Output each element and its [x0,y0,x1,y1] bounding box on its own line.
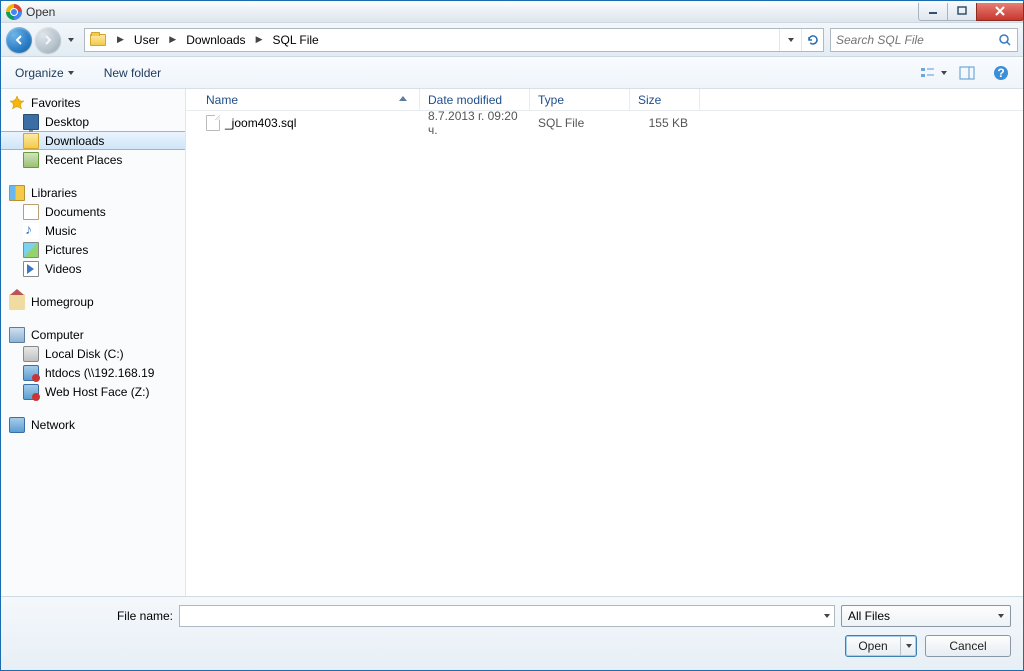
sidebar-item-pictures[interactable]: Pictures [1,240,185,259]
homegroup-icon [9,294,25,310]
svg-text:?: ? [997,66,1004,80]
documents-icon [23,204,39,220]
breadcrumb-segment[interactable]: User [130,29,163,51]
chevron-down-icon [68,71,74,75]
preview-pane-button[interactable] [953,62,981,84]
navbar: ▶ User ▶ Downloads ▶ SQL File [1,23,1023,57]
filename-combo[interactable] [179,605,835,627]
address-bar[interactable]: ▶ User ▶ Downloads ▶ SQL File [84,28,824,52]
column-type[interactable]: Type [530,89,630,110]
navigation-pane: Favorites Desktop Downloads Recent Place… [1,89,186,596]
titlebar[interactable]: Open [1,1,1023,23]
sidebar-item-local-disk[interactable]: Local Disk (C:) [1,344,185,363]
view-options-button[interactable] [919,62,947,84]
column-date[interactable]: Date modified [420,89,530,110]
sidebar-network[interactable]: Network [1,415,185,434]
network-drive-icon [23,384,39,400]
sort-ascending-icon [399,96,407,101]
file-type: SQL File [530,116,630,130]
videos-icon [23,261,39,277]
window-title: Open [26,5,55,19]
column-name[interactable]: Name [198,89,420,110]
column-size[interactable]: Size [630,89,700,110]
chevron-down-icon[interactable] [824,614,830,618]
sidebar-computer[interactable]: Computer [1,325,185,344]
filename-input[interactable] [184,609,824,623]
chevron-right-icon[interactable]: ▶ [111,34,130,45]
libraries-icon [9,185,25,201]
chevron-down-icon [941,71,947,75]
breadcrumb-segment[interactable]: Downloads [182,29,249,51]
sidebar-item-desktop[interactable]: Desktop [1,112,185,131]
sidebar-item-htdocs[interactable]: htdocs (\\192.168.19 [1,363,185,382]
nav-forward-button[interactable] [35,27,61,53]
file-icon [206,115,220,131]
file-list[interactable]: _joom403.sql 8.7.2013 г. 09:20 ч. SQL Fi… [186,111,1023,596]
sidebar-item-downloads[interactable]: Downloads [1,131,185,150]
chevron-down-icon [998,614,1004,618]
file-pane: Name Date modified Type Size _joom403.sq… [186,89,1023,596]
search-box[interactable] [830,28,1018,52]
file-name: _joom403.sql [225,116,296,130]
refresh-button[interactable] [801,29,823,51]
sidebar-favorites[interactable]: Favorites [1,93,185,112]
minimize-button[interactable] [918,3,948,21]
new-folder-button[interactable]: New folder [98,62,167,84]
sidebar-item-videos[interactable]: Videos [1,259,185,278]
address-dropdown-button[interactable] [779,29,801,51]
folder-icon [90,34,106,46]
drive-icon [23,346,39,362]
sidebar-item-documents[interactable]: Documents [1,202,185,221]
sidebar-item-webhostface[interactable]: Web Host Face (Z:) [1,382,185,401]
sidebar-homegroup[interactable]: Homegroup [1,292,185,311]
chevron-right-icon[interactable]: ▶ [163,34,182,45]
chevron-right-icon[interactable]: ▶ [250,34,269,45]
close-button[interactable] [976,3,1024,21]
chrome-icon [6,4,22,20]
star-icon [9,95,25,111]
footer: File name: All Files Open Cancel [1,596,1023,670]
sidebar-item-recent[interactable]: Recent Places [1,150,185,169]
network-icon [9,417,25,433]
recent-locations-button[interactable] [64,27,78,53]
pictures-icon [23,242,39,258]
toolbar: Organize New folder ? [1,57,1023,89]
help-button[interactable]: ? [987,62,1015,84]
file-size: 155 KB [630,116,700,130]
search-icon [998,33,1012,47]
organize-button[interactable]: Organize [9,62,80,84]
open-dropdown-button[interactable] [900,636,916,656]
nav-back-button[interactable] [6,27,32,53]
sidebar-libraries[interactable]: Libraries [1,183,185,202]
maximize-button[interactable] [947,3,977,21]
folder-icon [23,133,39,149]
breadcrumb-segment[interactable]: SQL File [268,29,322,51]
filetype-combo[interactable]: All Files [841,605,1011,627]
sidebar-item-music[interactable]: Music [1,221,185,240]
file-row[interactable]: _joom403.sql 8.7.2013 г. 09:20 ч. SQL Fi… [186,113,1023,132]
column-headers: Name Date modified Type Size [186,89,1023,111]
desktop-icon [23,114,39,130]
search-input[interactable] [836,33,998,47]
music-icon [23,223,39,239]
network-drive-icon [23,365,39,381]
open-dialog: Open ▶ User ▶ Downloads ▶ SQL File [0,0,1024,671]
file-date: 8.7.2013 г. 09:20 ч. [420,111,530,137]
recent-icon [23,152,39,168]
computer-icon [9,327,25,343]
filename-label: File name: [13,609,173,623]
open-button[interactable]: Open [845,635,917,657]
cancel-button[interactable]: Cancel [925,635,1011,657]
